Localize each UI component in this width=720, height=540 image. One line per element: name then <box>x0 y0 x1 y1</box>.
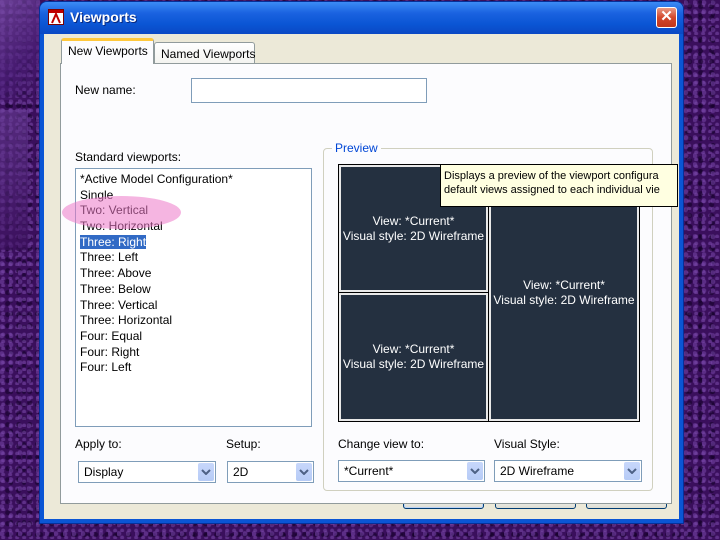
new-name-input[interactable] <box>191 78 427 103</box>
standard-viewports-label: Standard viewports: <box>75 150 182 164</box>
list-item[interactable]: Four: Equal <box>80 329 311 345</box>
close-icon[interactable]: ✕ <box>656 7 677 28</box>
preview-viewport-bottom-left[interactable]: View: *Current* Visual style: 2D Wirefra… <box>339 293 488 421</box>
change-view-to-select[interactable]: *Current* <box>338 460 485 482</box>
chevron-down-icon[interactable] <box>467 462 483 480</box>
background-decoration <box>0 0 40 100</box>
change-view-to-label: Change view to: <box>338 437 425 451</box>
chevron-down-icon[interactable] <box>624 462 640 480</box>
list-item[interactable]: Three: Left <box>80 250 311 266</box>
new-name-label: New name: <box>75 83 136 97</box>
visual-style-label: Visual Style: <box>494 437 560 451</box>
setup-label: Setup: <box>226 437 261 451</box>
preview-tooltip: Displays a preview of the viewport confi… <box>440 164 678 207</box>
preview-label: Preview <box>332 141 381 155</box>
list-item[interactable]: Two: Horizontal <box>80 219 311 235</box>
title-bar[interactable]: Viewports ✕ <box>40 2 683 34</box>
list-item[interactable]: Three: Above <box>80 266 311 282</box>
apply-to-select[interactable]: Display <box>78 461 216 483</box>
list-item[interactable]: Three: Vertical <box>80 298 311 314</box>
visual-style-select[interactable]: 2D Wireframe <box>494 460 642 482</box>
viewports-dialog: Viewports ✕ New Viewports Named Viewport… <box>40 2 683 523</box>
tab-panel: New name: Standard viewports: *Active Mo… <box>60 63 672 504</box>
standard-viewports-list[interactable]: *Active Model Configuration* Single Two:… <box>75 168 312 427</box>
tab-named-viewports[interactable]: Named Viewports <box>154 42 256 64</box>
list-item[interactable]: Four: Right <box>80 345 311 361</box>
list-item[interactable]: Four: Left <box>80 360 311 376</box>
background-decoration-lower <box>0 110 28 250</box>
setup-select[interactable]: 2D <box>227 461 314 483</box>
list-item-selected[interactable]: Three: Right <box>80 234 311 251</box>
tab-new-viewports[interactable]: New Viewports <box>61 38 154 64</box>
list-item[interactable]: Two: Vertical <box>80 203 311 219</box>
dialog-client-area: New Viewports Named Viewports New name: … <box>44 34 679 519</box>
list-item[interactable]: Three: Below <box>80 282 311 298</box>
apply-to-label: Apply to: <box>75 437 122 451</box>
chevron-down-icon[interactable] <box>198 463 214 481</box>
list-item[interactable]: Single <box>80 188 311 204</box>
chevron-down-icon[interactable] <box>296 463 312 481</box>
dialog-title: Viewports <box>70 9 137 25</box>
list-item[interactable]: *Active Model Configuration* <box>80 172 311 188</box>
autocad-app-icon <box>48 9 64 25</box>
list-item[interactable]: Three: Horizontal <box>80 313 311 329</box>
